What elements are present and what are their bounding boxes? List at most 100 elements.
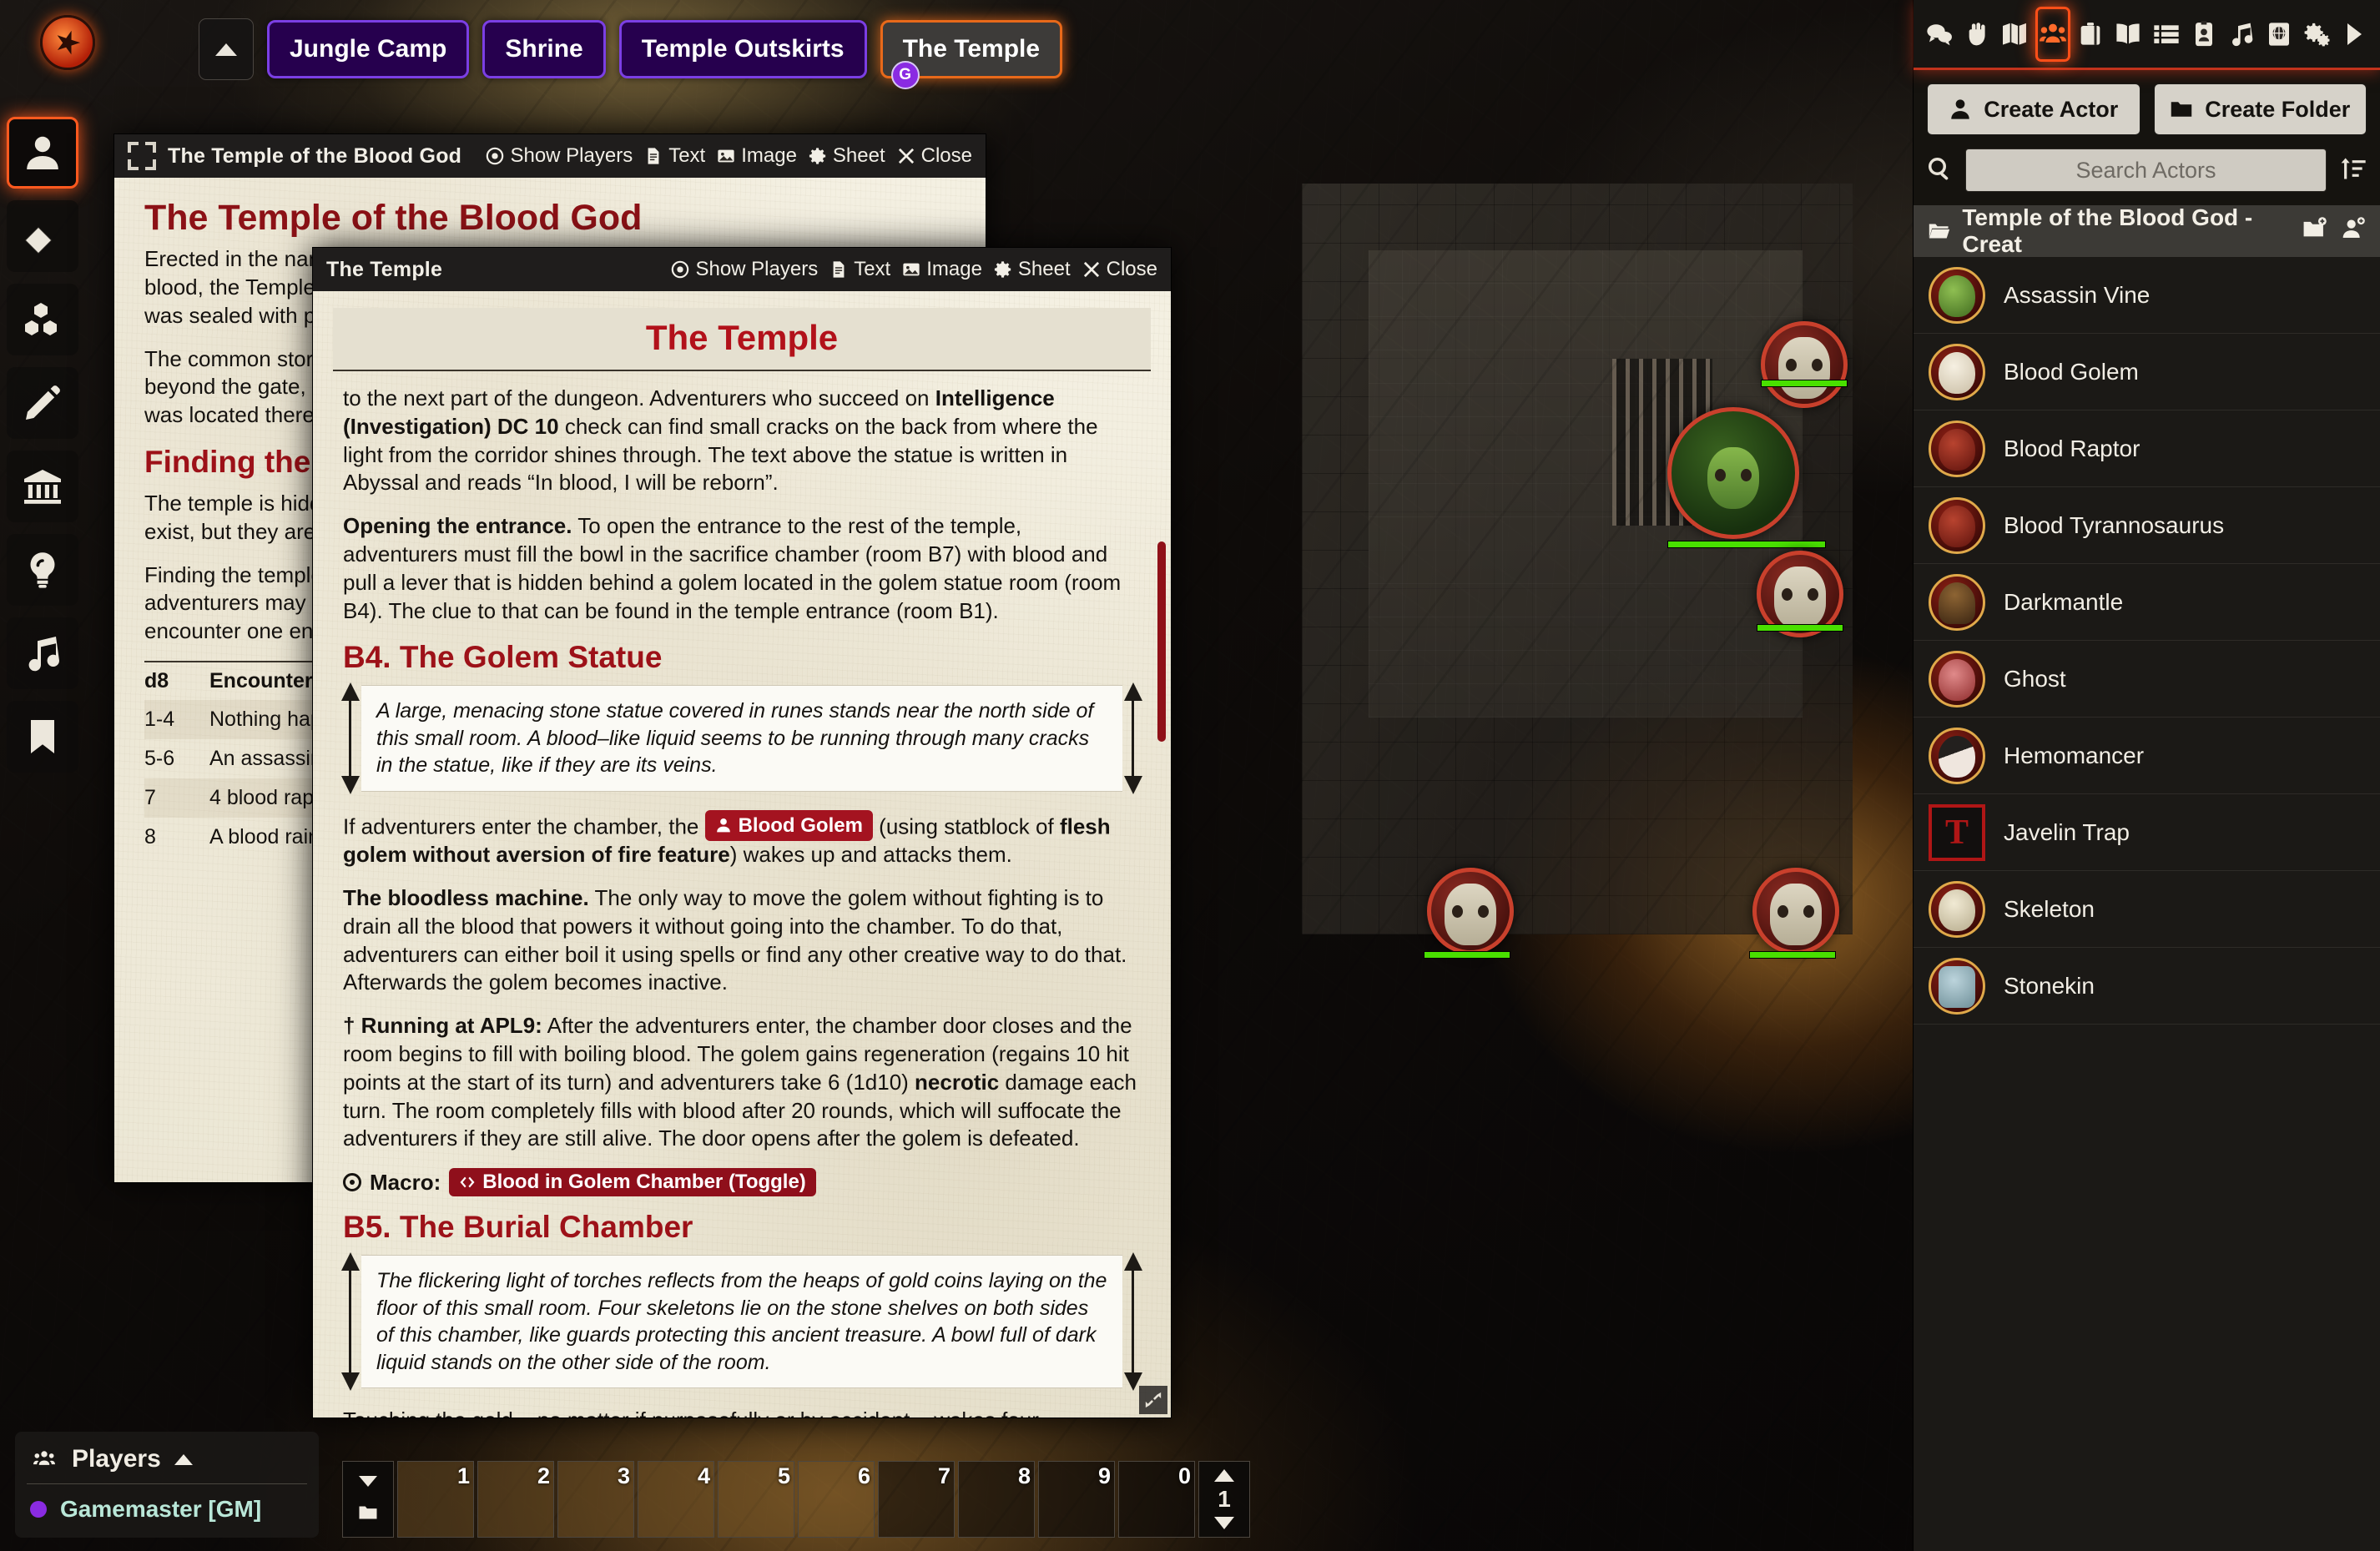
hotbar-slot-6[interactable]: 6 [798,1461,875,1538]
create-actor-button[interactable]: Create Actor [1927,83,2140,135]
sheet-button[interactable]: Sheet [809,144,885,168]
window-drag-grip[interactable] [128,142,156,170]
measure-controls-button[interactable] [7,200,78,272]
actor-row-ghost[interactable]: Ghost [1914,641,2380,718]
drawing-controls-button[interactable] [7,367,78,439]
image-button[interactable]: Image [902,258,982,281]
hotbar-left-controls [342,1461,394,1538]
journal-window-header[interactable]: The Temple of the Blood God Show Players… [114,134,986,178]
actor-row-blood-tyrannosaurus[interactable]: Blood Tyrannosaurus [1914,487,2380,564]
sidebar-tab-scenes[interactable] [1997,7,2031,62]
token-skeleton-4[interactable] [1752,868,1839,954]
image-button[interactable]: Image [717,144,797,168]
hotbar-slot-number: 0 [1177,1463,1191,1488]
sidebar-tab-tables[interactable] [2149,7,2183,62]
hotbar-slot-number: 8 [1017,1463,1031,1488]
caret-down-icon[interactable] [1214,1517,1234,1530]
text-button[interactable]: Text [829,258,890,281]
sidebar-tab-journal[interactable] [2111,7,2146,62]
sidebar-tab-chat[interactable] [1922,7,1956,62]
create-subfolder-button[interactable] [2302,216,2328,246]
sidebar-tab-cards[interactable] [2186,7,2221,62]
hotbar-slot-8[interactable]: 8 [958,1461,1035,1538]
hotbar-slot-4[interactable]: 4 [638,1461,714,1538]
token-controls-button[interactable] [7,117,78,189]
actor-link-blood-golem[interactable]: Blood Golem [704,809,873,842]
players-header[interactable]: Players [27,1440,307,1484]
sound-controls-button[interactable] [7,617,78,689]
macro-link-button[interactable]: Blood in Golem Chamber (Toggle) [449,1168,816,1197]
journal-paragraph: Touching the gold – no matter if purpose… [343,1407,1141,1418]
journal-window-foreground[interactable]: The Temple Show Players Text Image Sheet… [312,247,1172,1418]
sidebar-tab-playlists[interactable] [2224,7,2258,62]
user-icon [1951,99,1969,119]
journal-scrollbar[interactable] [1157,541,1166,742]
sidebar-tab-settings[interactable] [2300,7,2334,62]
hotbar-slot-0[interactable]: 0 [1118,1461,1195,1538]
scene-tab-jungle-camp[interactable]: Jungle Camp [267,20,470,78]
hotbar-slot-1[interactable]: 1 [397,1461,474,1538]
hotbar-slot-7[interactable]: 7 [878,1461,955,1538]
show-players-button[interactable]: Show Players [671,258,818,281]
scene-tab-temple-outskirts[interactable]: Temple Outskirts [618,20,867,78]
sidebar-tab-combat[interactable] [1959,7,1994,62]
sidebar-tab-actors[interactable] [2035,6,2070,62]
sort-icon[interactable] [2340,155,2367,186]
hotbar-slot-2[interactable]: 2 [477,1461,554,1538]
window-resize-handle[interactable] [1139,1386,1167,1414]
search-input[interactable]: Search Actors [1965,149,2327,192]
journal-page-content: The Temple to the next part of the dunge… [313,291,1171,1418]
show-players-button[interactable]: Show Players [486,144,633,168]
caret-up-icon[interactable] [1214,1468,1234,1482]
token-skeleton-3[interactable] [1427,868,1514,954]
lighting-controls-button[interactable] [7,534,78,606]
foundry-logo-icon[interactable] [40,15,95,70]
caret-down-icon[interactable] [359,1476,377,1488]
actor-row-blood-raptor[interactable]: Blood Raptor [1914,410,2380,487]
wall-controls-button[interactable] [7,451,78,522]
token-skeleton-1[interactable] [1761,321,1848,408]
tile-controls-button[interactable] [7,284,78,355]
scene-tab-shrine[interactable]: Shrine [482,20,606,78]
lightbulb-icon [30,552,55,588]
hotbar-slot-3[interactable]: 3 [557,1461,634,1538]
sheet-button[interactable]: Sheet [994,258,1071,281]
close-button[interactable]: Close [1082,258,1157,281]
actor-name: Blood Golem [2004,358,2139,385]
para-bold: necrotic [915,1069,1000,1095]
player-row-gamemaster[interactable]: Gamemaster [GM] [27,1484,307,1529]
read-aloud-box-b4: A large, menacing stone statue covered i… [341,682,1142,794]
actor-row-darkmantle[interactable]: Darkmantle [1914,564,2380,641]
token-hp-bar [1761,380,1848,387]
hotbar-slot-number: 4 [697,1463,710,1488]
token-blood-golem[interactable] [1667,407,1799,539]
actor-row-blood-golem[interactable]: Blood Golem [1914,334,2380,410]
note-controls-button[interactable] [7,701,78,773]
macro-name: Blood in Golem Chamber (Toggle) [482,1171,806,1194]
hotbar-slot-number: 6 [857,1463,870,1488]
journal-window-title: The Temple of the Blood God [168,144,462,168]
readbox-arrow-right-icon [1122,1252,1144,1392]
hotbar-slot-5[interactable]: 5 [718,1461,794,1538]
actor-row-stonekin[interactable]: Stonekin [1914,948,2380,1025]
close-icon [898,148,914,164]
actor-row-assassin-vine[interactable]: Assassin Vine [1914,257,2380,334]
hotbar-slot-9[interactable]: 9 [1038,1461,1115,1538]
folder-header[interactable]: Temple of the Blood God - Creat [1914,204,2380,257]
create-actor-in-folder-button[interactable] [2340,216,2367,246]
sidebar-tab-items[interactable] [2074,7,2108,62]
actor-row-skeleton[interactable]: Skeleton [1914,871,2380,948]
scene-tab-the-temple[interactable]: The Temple G [880,20,1063,89]
close-button[interactable]: Close [897,144,972,168]
folder-icon [2171,102,2192,117]
sidebar-tab-compendium[interactable] [2262,7,2297,62]
actor-row-hemomancer[interactable]: Hemomancer [1914,718,2380,794]
scene-nav-collapse-button[interactable] [199,18,254,80]
folder-icon[interactable] [356,1503,380,1523]
sidebar-collapse-button[interactable] [2337,7,2372,62]
actor-row-javelin-trap[interactable]: T Javelin Trap [1914,794,2380,871]
text-button[interactable]: Text [644,144,705,168]
music-icon [28,637,60,672]
create-folder-button[interactable]: Create Folder [2153,83,2367,135]
journal-window-header[interactable]: The Temple Show Players Text Image Sheet… [313,248,1171,291]
